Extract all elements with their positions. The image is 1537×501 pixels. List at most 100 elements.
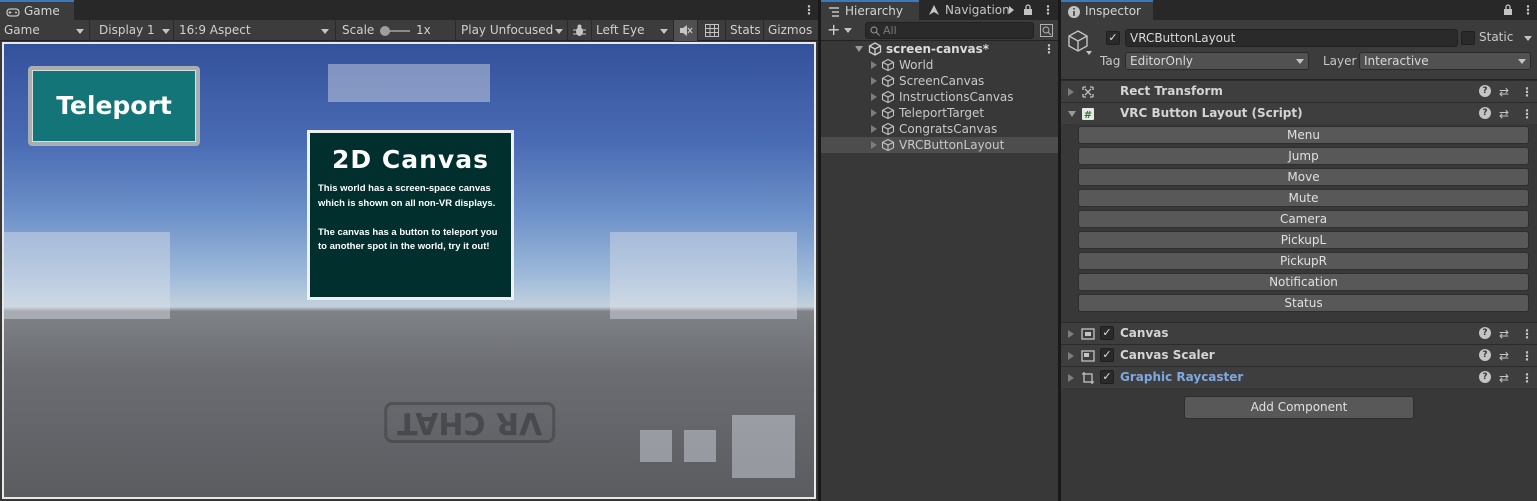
layout-button[interactable]: Mute	[1078, 189, 1529, 207]
lock-icon[interactable]	[1023, 4, 1033, 16]
inspector-header: ✓ VRCButtonLayout Static Tag EditorOnly …	[1061, 20, 1537, 80]
component-kebab-icon[interactable]: ⋮	[1521, 85, 1533, 99]
expand-triangle-icon[interactable]	[1068, 88, 1074, 96]
component-header[interactable]: # VRC Button Layout (Script)? ⇄ ⋮	[1061, 102, 1537, 124]
gamepad-icon	[6, 8, 20, 17]
help-icon[interactable]: ?	[1479, 327, 1491, 339]
component-actions: ? ⇄ ⋮	[1479, 84, 1533, 100]
static-checkbox[interactable]	[1461, 31, 1475, 45]
component-kebab-icon[interactable]: ⋮	[1521, 371, 1533, 385]
gameobject-icon	[881, 122, 895, 136]
tab-game-label: Game	[24, 4, 60, 18]
help-icon[interactable]: ?	[1479, 371, 1491, 383]
component-kebab-icon[interactable]: ⋮	[1521, 327, 1533, 341]
tag-dropdown[interactable]: EditorOnly	[1125, 52, 1309, 70]
help-icon[interactable]: ?	[1479, 107, 1491, 119]
component-header[interactable]: ✓ Graphic Raycaster? ⇄ ⋮	[1061, 366, 1537, 388]
component-header[interactable]: ✓ Canvas? ⇄ ⋮	[1061, 322, 1537, 344]
add-component-button[interactable]: Add Component	[1184, 396, 1414, 419]
collapse-triangle-icon[interactable]	[1068, 111, 1076, 117]
root-kebab-icon[interactable]: ⋮	[1043, 41, 1055, 57]
teleport-button[interactable]: Teleport	[28, 66, 200, 146]
scale-slider[interactable]: Scale 1x	[338, 20, 456, 41]
stats-label: Stats	[730, 23, 761, 37]
layout-button[interactable]: Jump	[1078, 147, 1529, 165]
unity-scene-icon	[868, 42, 882, 56]
hierarchy-item[interactable]: CongratsCanvas	[821, 121, 1058, 137]
layout-button[interactable]: PickupL	[1078, 231, 1529, 249]
bug-button[interactable]	[568, 20, 592, 41]
component-enabled-checkbox[interactable]: ✓	[1100, 370, 1114, 384]
component-actions: ? ⇄ ⋮	[1479, 106, 1533, 122]
chevron-down-icon	[76, 29, 84, 34]
icon-picker-chevron[interactable]	[1086, 51, 1092, 55]
object-name-field[interactable]: VRCButtonLayout	[1125, 29, 1458, 47]
aspect-dropdown[interactable]: 16:9 Aspect	[175, 20, 336, 41]
expand-triangle-icon[interactable]	[871, 141, 877, 149]
hierarchy-item[interactable]: VRCButtonLayout	[821, 137, 1058, 153]
expand-triangle-icon[interactable]	[855, 46, 863, 52]
layout-button[interactable]: Status	[1078, 294, 1529, 312]
create-button[interactable]: +	[827, 21, 857, 39]
component-enabled-checkbox[interactable]: ✓	[1100, 326, 1114, 340]
lock-icon[interactable]	[1503, 4, 1513, 16]
hierarchy-item[interactable]: World	[821, 57, 1058, 73]
grid-button[interactable]	[699, 20, 726, 41]
layout-button[interactable]: Camera	[1078, 210, 1529, 228]
play-mode-dropdown[interactable]: Play Unfocused	[457, 20, 568, 41]
display-dropdown[interactable]: Display 1	[94, 20, 174, 41]
layout-button[interactable]: Notification	[1078, 273, 1529, 291]
tab-overflow-icon[interactable]	[1009, 6, 1014, 14]
layout-button[interactable]: Menu	[1078, 126, 1529, 144]
hierarchy-item[interactable]: TeleportTarget	[821, 105, 1058, 121]
layout-button[interactable]: PickupR	[1078, 252, 1529, 270]
help-icon[interactable]: ?	[1479, 349, 1491, 361]
static-chevron-icon[interactable]	[1524, 36, 1532, 41]
component-header[interactable]: ✓ Canvas Scaler? ⇄ ⋮	[1061, 344, 1537, 366]
game-kebab-icon[interactable]: ⋮	[803, 3, 815, 17]
component-title: Canvas	[1120, 326, 1169, 340]
presets-icon[interactable]: ⇄	[1499, 349, 1509, 363]
expand-triangle-icon[interactable]	[871, 109, 877, 117]
hierarchy-item[interactable]: ScreenCanvas	[821, 73, 1058, 89]
active-checkbox[interactable]: ✓	[1106, 31, 1120, 45]
eye-dropdown[interactable]: Left Eye	[592, 20, 674, 41]
game-viewport[interactable]: Teleport VR CHAT 2D Canvas This world ha…	[2, 42, 816, 499]
tab-navigation[interactable]: Navigation	[921, 0, 1017, 20]
component-kebab-icon[interactable]: ⋮	[1521, 107, 1533, 121]
mute-audio-icon	[680, 25, 693, 36]
presets-icon[interactable]: ⇄	[1499, 371, 1509, 385]
component-kebab-icon[interactable]: ⋮	[1521, 349, 1533, 363]
gizmos-button[interactable]: Gizmos	[764, 20, 818, 41]
hierarchy-item[interactable]: InstructionsCanvas	[821, 89, 1058, 105]
expand-triangle-icon[interactable]	[871, 125, 877, 133]
inspector-kebab-icon[interactable]: ⋮	[1522, 3, 1534, 17]
component-header[interactable]: Rect Transform? ⇄ ⋮	[1061, 80, 1537, 102]
expand-triangle-icon[interactable]	[871, 77, 877, 85]
game-mode-dropdown[interactable]: Game	[0, 20, 90, 41]
scale-thumb[interactable]	[380, 26, 390, 36]
hierarchy-search-input[interactable]: All	[865, 22, 1034, 39]
expand-triangle-icon[interactable]	[871, 93, 877, 101]
inspector-panel: Inspector ⋮ ✓ VRCButtonLayout Static Tag…	[1061, 0, 1537, 501]
layer-dropdown[interactable]: Interactive	[1359, 52, 1531, 70]
layout-button[interactable]: Move	[1078, 168, 1529, 186]
help-icon[interactable]: ?	[1479, 85, 1491, 97]
expand-triangle-icon[interactable]	[1068, 330, 1074, 338]
scene-search-icon[interactable]	[1040, 24, 1053, 37]
tab-inspector[interactable]: Inspector	[1061, 0, 1153, 20]
hierarchy-root-row[interactable]: screen-canvas* ⋮	[821, 41, 1058, 57]
tab-hierarchy[interactable]: Hierarchy	[821, 0, 919, 20]
tab-game[interactable]: Game	[0, 0, 74, 20]
presets-icon[interactable]: ⇄	[1499, 327, 1509, 341]
mute-audio-button[interactable]	[674, 20, 698, 41]
hierarchy-kebab-icon[interactable]: ⋮	[1042, 3, 1054, 17]
presets-icon[interactable]: ⇄	[1499, 85, 1509, 99]
component-enabled-checkbox[interactable]: ✓	[1100, 348, 1114, 362]
expand-triangle-icon[interactable]	[1068, 374, 1074, 382]
stats-button[interactable]: Stats	[726, 20, 764, 41]
expand-triangle-icon[interactable]	[871, 61, 877, 69]
presets-icon[interactable]: ⇄	[1499, 107, 1509, 121]
expand-triangle-icon[interactable]	[1068, 352, 1074, 360]
placeholder-small-1	[640, 430, 672, 462]
